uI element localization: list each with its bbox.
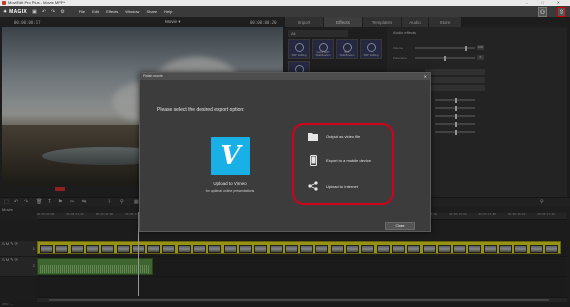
option-label: Upload to Internet bbox=[326, 183, 358, 189]
folder-icon bbox=[308, 131, 318, 141]
option-label: Output as video file bbox=[326, 133, 361, 139]
share-icon bbox=[308, 181, 318, 191]
export-mobile-option[interactable]: Export to a mobile device bbox=[308, 154, 371, 166]
vimeo-upload-button[interactable]: V bbox=[211, 137, 250, 175]
account-icon: ⚇ bbox=[539, 9, 546, 16]
app-window: MoviEdit Pro Plus - Movie MPP* – □ ✕ ✦ M… bbox=[0, 0, 570, 307]
save-icon[interactable]: ▣ bbox=[32, 9, 37, 15]
vimeo-sublabel: for optimal online presentations bbox=[205, 189, 255, 193]
export-button[interactable]: ⇧ bbox=[557, 7, 566, 17]
dialog-title: Finish movie bbox=[140, 73, 430, 80]
menu-edit[interactable]: Edit bbox=[92, 9, 99, 14]
magix-logo: ✦ MAGIX bbox=[3, 8, 28, 15]
undo-icon[interactable]: ↶ bbox=[42, 9, 46, 15]
export-video-file-option[interactable]: Output as video file bbox=[308, 131, 360, 141]
redo-icon[interactable]: ↷ bbox=[51, 9, 55, 15]
menu-effects[interactable]: Effects bbox=[106, 9, 118, 14]
settings-icon[interactable]: ⚙ bbox=[60, 9, 64, 15]
account-button[interactable]: ⚇ bbox=[538, 7, 547, 17]
menu-share[interactable]: Share bbox=[146, 9, 157, 14]
phone-icon bbox=[308, 154, 318, 166]
export-prompt: Please select the desired export option: bbox=[157, 107, 245, 113]
close-icon[interactable]: ✕ bbox=[424, 73, 427, 80]
vimeo-logo-icon: V bbox=[220, 141, 241, 171]
option-label: Export to a mobile device bbox=[326, 157, 371, 163]
finish-movie-dialog: Finish movie ✕ Please select the desired… bbox=[139, 72, 431, 232]
menu-window[interactable]: Window bbox=[125, 9, 139, 14]
menu-file[interactable]: File bbox=[79, 9, 85, 14]
close-button[interactable]: Close bbox=[385, 222, 415, 230]
window-title: MoviEdit Pro Plus - Movie MPP* bbox=[8, 0, 66, 5]
app-icon bbox=[2, 1, 6, 5]
menu-bar: ✦ MAGIX ▣ ↶ ↷ ⚙ File Edit Effects Window… bbox=[0, 6, 570, 17]
vimeo-label[interactable]: Upload to Vimeo bbox=[187, 181, 273, 186]
export-icon: ⇧ bbox=[558, 9, 565, 16]
menu-list: File Edit Effects Window Share Help bbox=[78, 9, 173, 14]
upload-internet-option[interactable]: Upload to Internet bbox=[308, 181, 358, 191]
menu-help[interactable]: Help bbox=[164, 9, 172, 14]
